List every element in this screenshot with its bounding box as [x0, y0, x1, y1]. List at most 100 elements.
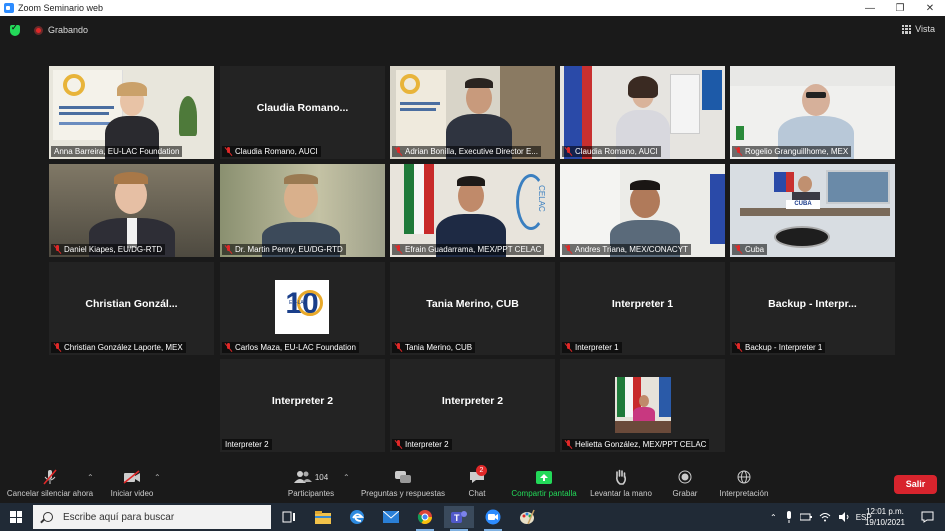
participant-display-name: Christian Gonzál...	[85, 298, 178, 310]
start-button[interactable]	[0, 503, 32, 531]
participant-tile[interactable]: Backup - Interpr... Backup - Interpreter…	[730, 262, 895, 355]
participant-name-label: Helietta González, MEX/PPT CELAC	[562, 439, 710, 450]
participant-name-label: Efrain Guadarrama, MEX/PPT CELAC	[392, 244, 545, 255]
mic-muted-icon	[735, 147, 742, 156]
globe-icon	[737, 470, 751, 484]
volume-icon[interactable]	[838, 512, 850, 522]
participant-tile[interactable]: Daniel Kiapes, EU/DG-RTD	[49, 164, 214, 257]
interpretation-button[interactable]: Interpretación	[716, 469, 772, 498]
participants-count: 104	[314, 472, 329, 482]
unmute-button[interactable]: Cancelar silenciar ahora	[4, 469, 96, 498]
video-thumbnail	[615, 377, 671, 433]
chrome-icon[interactable]	[410, 506, 440, 531]
participant-tile[interactable]: CUBA Cuba	[730, 164, 895, 257]
mic-muted-icon	[565, 147, 572, 156]
recording-label: Grabando	[48, 25, 89, 35]
participant-tile[interactable]: CELAC Efrain Guadarrama, MEX/PPT CELAC	[390, 164, 555, 257]
paint-icon[interactable]	[512, 506, 542, 528]
task-view-icon[interactable]	[274, 506, 304, 528]
clock-time: 12:01 p.m.	[866, 507, 904, 516]
qa-button[interactable]: Preguntas y respuestas	[358, 469, 448, 498]
record-button[interactable]: Grabar	[668, 469, 702, 498]
participant-name-label: Christian González Laporte, MEX	[51, 342, 186, 353]
participant-tile[interactable]: Interpreter 2 Interpreter 2	[220, 359, 385, 452]
participant-tile[interactable]: Rogelio Granguillhome, MEX	[730, 66, 895, 159]
mic-muted-icon	[565, 440, 572, 449]
file-explorer-icon[interactable]	[308, 506, 338, 528]
celac-text: CELAC	[536, 185, 546, 212]
notifications-icon[interactable]	[912, 506, 942, 528]
participant-tile[interactable]: Anna Barreira, EU-LAC Foundation	[49, 66, 214, 159]
recording-icon	[34, 25, 43, 35]
video-options-chevron-icon[interactable]: ⌃	[154, 473, 161, 482]
mic-muted-icon	[225, 245, 232, 254]
participants-button[interactable]: 104 Participantes	[280, 469, 342, 498]
mic-muted-icon	[54, 343, 61, 352]
participant-tile[interactable]: Claudia Romano, AUCI	[560, 66, 725, 159]
participant-name-label: Claudia Romano, AUCI	[222, 146, 321, 157]
participant-tile[interactable]: Christian Gonzál... Christian González L…	[49, 262, 214, 355]
minimize-button[interactable]: —	[855, 3, 885, 14]
participant-tile[interactable]: Tania Merino, CUB Tania Merino, CUB	[390, 262, 555, 355]
record-icon	[678, 470, 692, 484]
participant-name-label: Claudia Romano, AUCI	[562, 146, 661, 157]
participant-name-label: Tania Merino, CUB	[392, 342, 476, 353]
microphone-tray-icon[interactable]	[785, 511, 793, 523]
svg-text:T: T	[454, 513, 460, 523]
start-video-button[interactable]: Iniciar video	[104, 469, 160, 498]
participants-options-chevron-icon[interactable]: ⌃	[343, 473, 350, 482]
mic-muted-icon	[395, 245, 402, 254]
cuba-name-plate: CUBA	[786, 200, 820, 209]
participant-name-label: Adrian Bonilla, Executive Director E...	[392, 146, 541, 157]
share-screen-button[interactable]: Compartir pantalla	[508, 469, 580, 498]
view-label: Vista	[915, 24, 935, 34]
participant-name-label: Interpreter 1	[562, 342, 622, 353]
tray-expand-chevron-icon[interactable]: ⌃	[770, 513, 777, 522]
participant-name-label: Carlos Maza, EU-LAC Foundation	[222, 342, 359, 353]
search-placeholder: Escribe aquí para buscar	[63, 511, 175, 523]
participant-tile[interactable]: Andres Triana, MEX/CONACYT	[560, 164, 725, 257]
participant-tile[interactable]: Dr. Martin Penny, EU/DG-RTD	[220, 164, 385, 257]
mic-muted-icon	[395, 147, 402, 156]
meeting-top-strip: Grabando Vista	[0, 16, 945, 44]
restore-button[interactable]: ❐	[885, 3, 915, 14]
close-button[interactable]: ✕	[915, 3, 945, 14]
participant-tile[interactable]: Claudia Romano... Claudia Romano, AUCI	[220, 66, 385, 159]
mic-muted-icon	[225, 147, 232, 156]
view-button[interactable]: Vista	[902, 24, 935, 34]
teams-icon[interactable]: T	[444, 506, 474, 531]
chat-button[interactable]: 2 Chat	[462, 465, 492, 498]
participant-tile[interactable]: Helietta González, MEX/PPT CELAC	[560, 359, 725, 452]
battery-icon[interactable]	[799, 512, 812, 522]
participant-tile[interactable]: 10 EU-LAC Carlos Maza, EU-LAC Foundation	[220, 262, 385, 355]
edge-browser-icon[interactable]	[342, 506, 372, 528]
mic-muted-icon	[565, 245, 572, 254]
audio-options-chevron-icon[interactable]: ⌃	[87, 473, 94, 482]
leave-button[interactable]: Salir	[894, 475, 937, 494]
participant-display-name: Interpreter 2	[441, 395, 504, 407]
windows-logo-icon	[10, 511, 22, 523]
mail-icon[interactable]	[376, 506, 406, 528]
taskbar-clock[interactable]: 12:01 p.m. 19/10/2021	[858, 506, 912, 528]
taskbar-search[interactable]: Escribe aquí para buscar	[33, 505, 271, 529]
mic-muted-icon	[565, 343, 572, 352]
video-camera-off-icon	[123, 470, 140, 484]
mic-muted-icon	[54, 245, 61, 254]
eu-lac-logo: 10 EU-LAC	[275, 280, 329, 334]
participant-name-label: Andres Triana, MEX/CONACYT	[562, 244, 691, 255]
participant-tile[interactable]: Interpreter 1 Interpreter 1	[560, 262, 725, 355]
participant-name-label: Interpreter 2	[222, 439, 272, 450]
participant-name-label: Backup - Interpreter 1	[732, 342, 826, 353]
zoom-taskbar-icon[interactable]	[478, 506, 508, 531]
wifi-icon[interactable]	[819, 512, 831, 522]
window-title: Zoom Seminario web	[18, 3, 104, 13]
participant-display-name: Tania Merino, CUB	[426, 298, 519, 310]
raise-hand-button[interactable]: Levantar la mano	[588, 469, 654, 498]
participant-display-name: Interpreter 1	[611, 298, 674, 310]
participant-tile[interactable]: Interpreter 2 Interpreter 2	[390, 359, 555, 452]
participant-tile[interactable]: Adrian Bonilla, Executive Director E...	[390, 66, 555, 159]
qa-icon	[395, 471, 411, 483]
mic-muted-icon	[225, 343, 232, 352]
mic-muted-icon	[395, 343, 402, 352]
security-shield-icon[interactable]	[10, 23, 20, 36]
